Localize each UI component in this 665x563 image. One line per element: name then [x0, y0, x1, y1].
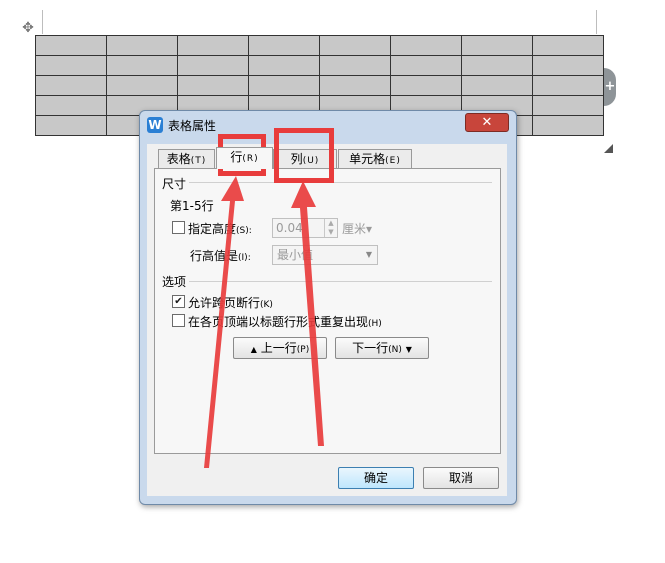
arrow-to-column-tab — [291, 181, 324, 446]
arrow-to-row-tab — [204, 176, 244, 468]
annotation-arrows — [204, 176, 324, 468]
tab-row[interactable]: 行(R) — [216, 147, 273, 169]
